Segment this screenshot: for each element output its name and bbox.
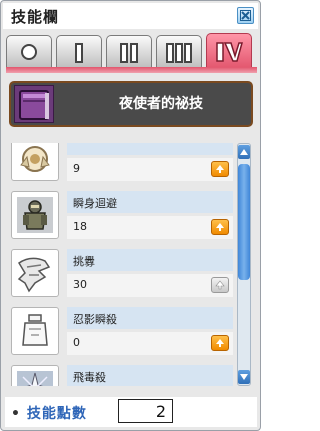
level-up-button[interactable] — [211, 277, 229, 293]
skill-info: 瞬身迴避 18 — [67, 191, 233, 239]
roman-four-icon — [216, 42, 243, 62]
skill-icon — [11, 249, 59, 297]
roman-two-icon — [120, 43, 138, 63]
skill-points-footer: 技能點數 2 — [5, 397, 257, 427]
skill-name: 飛毒殺 — [73, 371, 106, 384]
skill-level: 0 — [73, 336, 80, 349]
skill-level-bar: 30 — [67, 274, 233, 297]
skill-row[interactable]: 飛毒殺 30 — [9, 363, 233, 386]
skill-points-label: 技能點數 — [11, 403, 87, 423]
roman-three-icon — [166, 43, 192, 63]
job-header: 夜使者的祕技 — [9, 81, 253, 127]
skill-name-bar: 忍影瞬殺 — [67, 307, 233, 329]
skill-row[interactable]: 挑釁 30 — [9, 247, 233, 301]
level-up-button[interactable] — [211, 219, 229, 235]
skill-row[interactable]: 忍影瞬殺 0 — [9, 305, 233, 359]
skill-info: 飛毒殺 30 — [67, 365, 233, 386]
scroll-down-button[interactable] — [238, 370, 250, 384]
arrow-up-icon — [215, 280, 225, 290]
skill-name-bar: 瞬身迴避 — [67, 191, 233, 213]
skill-info: 忍影瞬殺 0 — [67, 307, 233, 355]
skill-level: 30 — [73, 278, 87, 291]
chevron-down-icon — [240, 374, 248, 380]
title-bar[interactable]: 技能欄 — [3, 3, 258, 29]
arrow-up-icon — [216, 223, 224, 231]
tab-job-0[interactable] — [6, 35, 52, 67]
tab-job-3[interactable] — [156, 35, 202, 67]
job-icon — [14, 85, 54, 123]
skill-level-bar: 0 — [67, 332, 233, 355]
skill-level-bar: 18 — [67, 216, 233, 239]
level-up-button[interactable] — [211, 161, 229, 177]
skill-icon — [11, 365, 59, 386]
skill-icon — [11, 143, 59, 181]
tab-job-4[interactable] — [206, 33, 252, 69]
tab-job-2[interactable] — [106, 35, 152, 67]
skill-icon — [11, 191, 59, 239]
skill-icon — [11, 307, 59, 355]
level-up-button[interactable] — [211, 335, 229, 351]
skill-points-value: 2 — [155, 402, 166, 421]
skill-info: 挑釁 30 — [67, 249, 233, 297]
skill-level: 18 — [73, 220, 87, 233]
skill-points-box: 2 — [118, 399, 173, 423]
skill-list: 9 瞬身迴避 18 挑釁 30 忍影瞬殺 0 飛毒殺 — [9, 143, 255, 386]
scroll-up-button[interactable] — [238, 145, 250, 159]
tab-job-1[interactable] — [56, 35, 102, 67]
window-title: 技能欄 — [11, 8, 60, 26]
skill-info: 9 — [67, 143, 233, 181]
skill-level: 9 — [73, 162, 80, 175]
tab-underline — [6, 67, 257, 73]
roman-one-icon — [75, 43, 83, 63]
arrow-up-icon — [216, 165, 224, 173]
skill-window: 技能欄 夜使者的祕技 9 瞬身迴避 18 挑釁 30 忍影瞬殺 0 飛毒殺 • … — [0, 0, 261, 431]
scroll-thumb[interactable] — [238, 164, 250, 280]
star-burst-icon — [17, 371, 53, 386]
skill-scrollbar[interactable] — [237, 143, 251, 386]
circle-icon — [21, 44, 37, 60]
shadow-jar-icon — [22, 314, 48, 346]
job-tabs — [6, 33, 257, 69]
skill-name: 挑釁 — [73, 255, 95, 268]
skill-name-bar — [67, 143, 233, 155]
purple-book-icon — [19, 90, 49, 120]
shining-emblem-icon — [20, 146, 50, 172]
close-icon — [240, 10, 251, 21]
close-button[interactable] — [237, 7, 254, 24]
skill-level-bar: 9 — [67, 158, 233, 181]
skill-name-bar: 飛毒殺 — [67, 365, 233, 386]
skill-row[interactable]: 瞬身迴避 18 — [9, 189, 233, 243]
skill-row[interactable]: 9 — [9, 143, 233, 185]
skill-name: 瞬身迴避 — [73, 197, 117, 210]
chevron-up-icon — [240, 149, 248, 155]
taunt-scroll-icon — [17, 257, 51, 293]
ninja-figure-icon — [17, 197, 53, 233]
job-name: 夜使者的祕技 — [119, 96, 203, 112]
skill-name-bar: 挑釁 — [67, 249, 233, 271]
arrow-up-icon — [216, 339, 224, 347]
skill-name: 忍影瞬殺 — [73, 313, 117, 326]
